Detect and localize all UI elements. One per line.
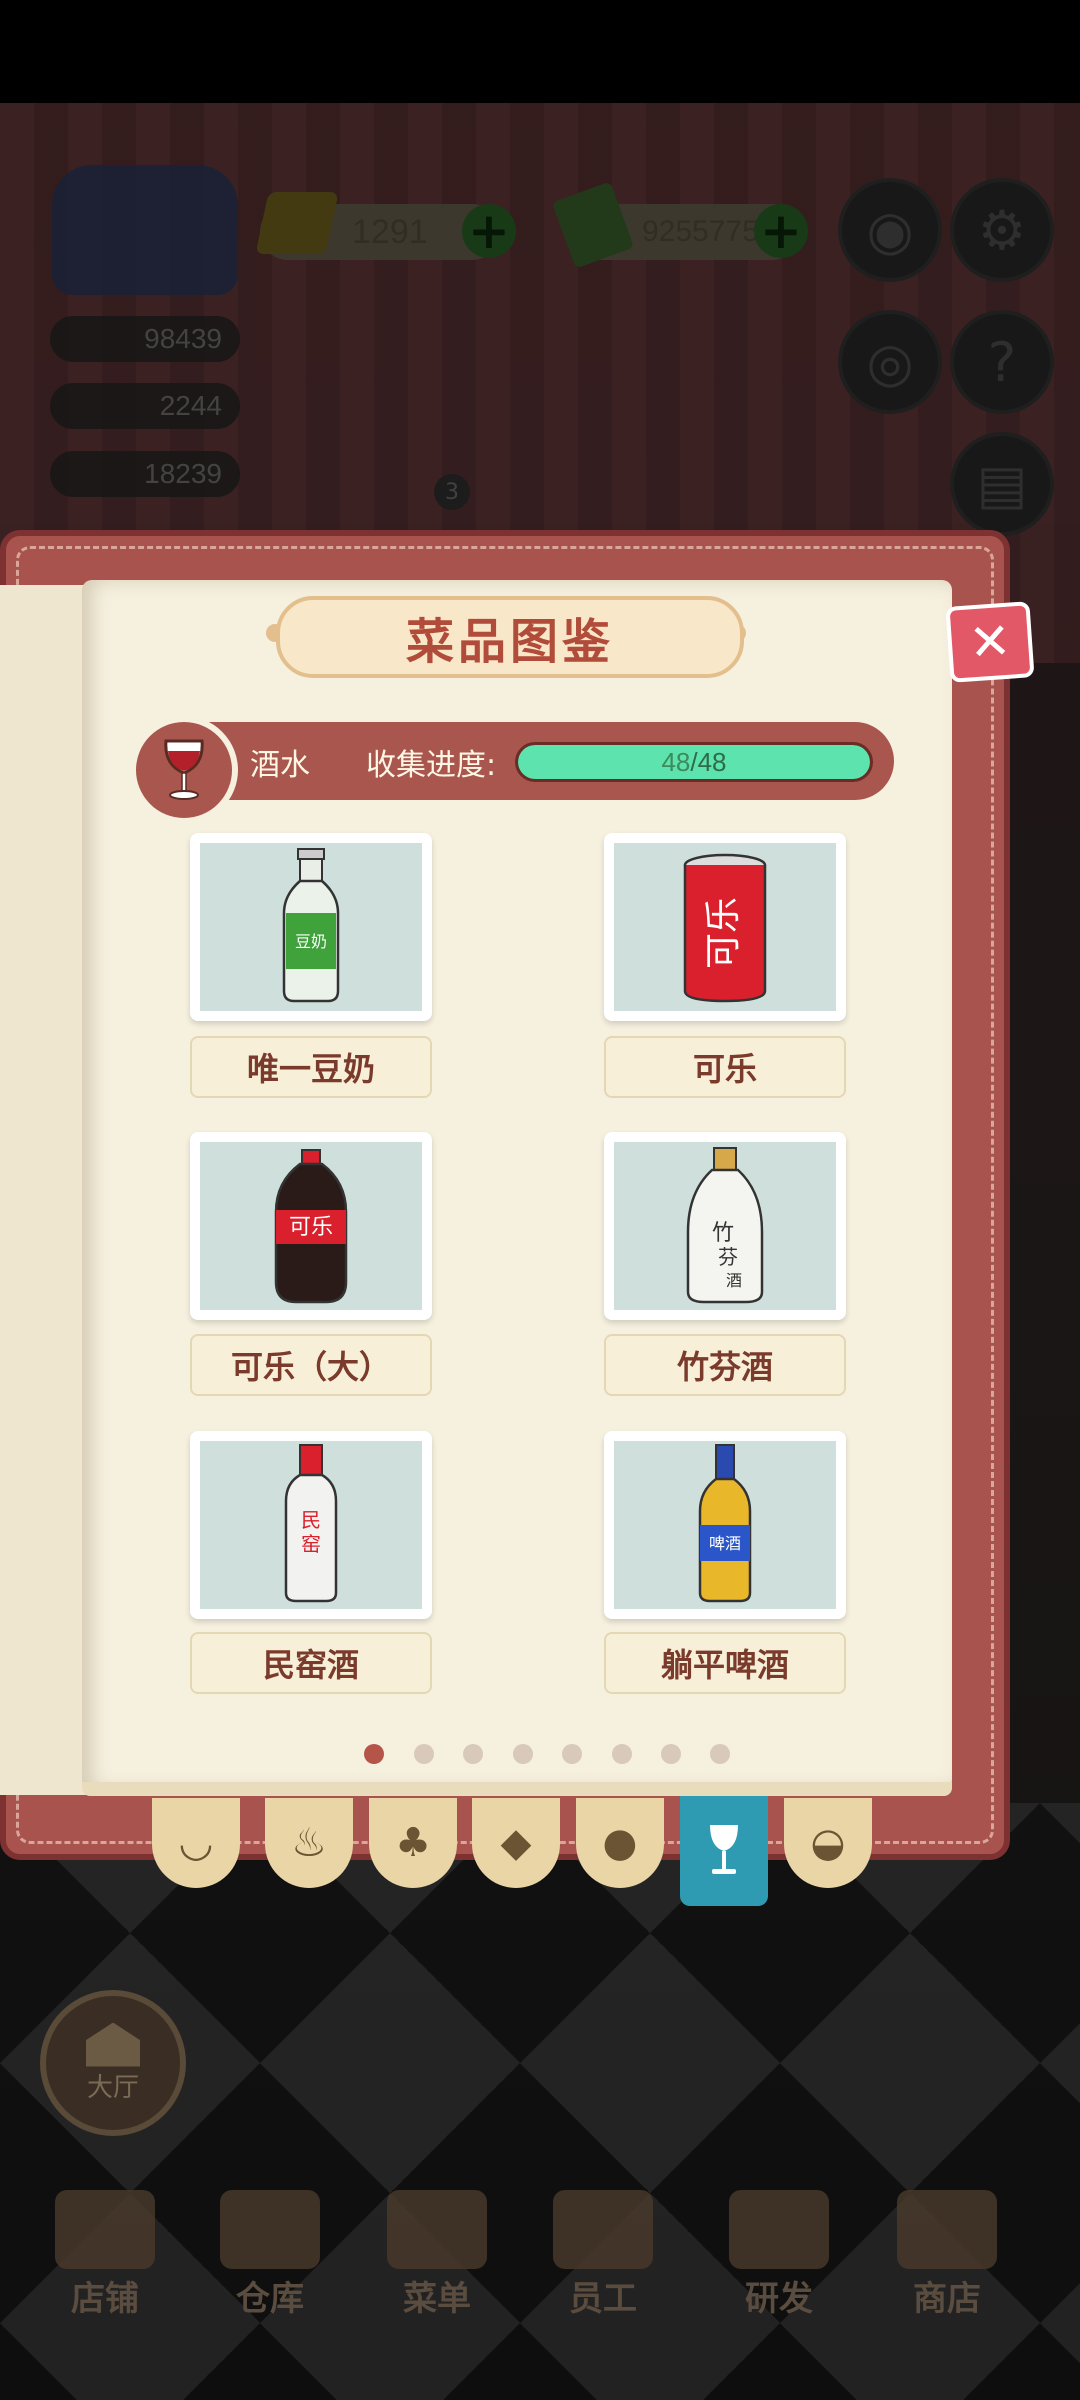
soy-milk-bottle-icon: 豆奶: [282, 848, 340, 1003]
store-icon: [897, 2190, 997, 2269]
book-left-page: [0, 585, 94, 1795]
book-page-edge: [82, 1782, 952, 1796]
tab-staple[interactable]: ●: [576, 1798, 664, 1888]
clipboard-icon: [387, 2190, 487, 2269]
item-card-soy-milk[interactable]: 豆奶: [190, 833, 432, 1021]
item-name-bamboo-liquor: 竹芬酒: [604, 1334, 846, 1396]
page-dot-3[interactable]: [463, 1744, 483, 1764]
bamboo-liquor-bottle-icon: 竹 芬 酒: [686, 1147, 764, 1304]
nav-shop-front[interactable]: 店铺: [30, 2190, 180, 2320]
drumstick-icon: ♨: [291, 1820, 327, 1866]
soup-bowl-icon: ◒: [810, 1820, 846, 1866]
page-dot-2[interactable]: [414, 1744, 434, 1764]
category-label: 酒水: [250, 748, 310, 783]
tab-soup[interactable]: ◒: [784, 1798, 872, 1888]
collect-progress-label: 收集进度:: [366, 748, 497, 783]
wine-glass-icon: [710, 1825, 738, 1874]
nav-menu[interactable]: 菜单: [362, 2190, 512, 2320]
catalog-title-plate: 菜品图鉴: [276, 596, 744, 678]
tab-vegetable[interactable]: ♣: [369, 1798, 457, 1888]
bread-icon: ●: [602, 1820, 638, 1866]
item-name-cola-large: 可乐（大）: [190, 1334, 432, 1396]
wok-icon: ◡: [178, 1820, 214, 1866]
progress-current: 48: [661, 746, 691, 777]
svg-text:窑: 窑: [301, 1532, 321, 1556]
beer-bottle-icon: 啤酒: [698, 1444, 752, 1603]
item-card-minyao-liquor[interactable]: 民 窑: [190, 1431, 432, 1619]
nav-staff[interactable]: 员工: [528, 2190, 678, 2320]
fish-icon: ◆: [500, 1820, 532, 1866]
svg-text:豆奶: 豆奶: [295, 932, 327, 951]
tab-stir-fry[interactable]: ◡: [152, 1798, 240, 1888]
svg-text:酒: 酒: [726, 1271, 742, 1290]
collect-progress-bar: 48/48: [515, 742, 873, 782]
svg-text:竹: 竹: [712, 1221, 734, 1246]
nav-warehouse[interactable]: 仓库: [195, 2190, 345, 2320]
item-card-bamboo-liquor[interactable]: 竹 芬 酒: [604, 1132, 846, 1320]
item-card-cola-large[interactable]: 可乐: [190, 1132, 432, 1320]
tab-drinks[interactable]: [680, 1796, 768, 1906]
chef-icon: [553, 2190, 653, 2269]
progress-text: 48/48: [518, 745, 870, 779]
page-dot-7[interactable]: [661, 1744, 681, 1764]
page-dot-6[interactable]: [612, 1744, 632, 1764]
cooking-pot-icon: [729, 2190, 829, 2269]
tab-meat[interactable]: ♨: [265, 1798, 353, 1888]
svg-text:啤酒: 啤酒: [709, 1534, 741, 1553]
progress-total: /48: [690, 746, 727, 777]
category-icon: [130, 716, 238, 824]
item-card-beer[interactable]: 啤酒: [604, 1431, 846, 1619]
hall-button[interactable]: 大厅: [40, 1990, 186, 2136]
tab-seafood[interactable]: ◆: [472, 1798, 560, 1888]
crate-icon: [220, 2190, 320, 2269]
nav-research[interactable]: 研发: [704, 2190, 854, 2320]
catalog-title: 菜品图鉴: [405, 614, 614, 670]
item-name-soy-milk: 唯一豆奶: [190, 1036, 432, 1098]
item-name-minyao-liquor: 民窑酒: [190, 1632, 432, 1694]
broccoli-icon: ♣: [395, 1820, 431, 1866]
page-dot-5[interactable]: [562, 1744, 582, 1764]
close-button[interactable]: ✕: [945, 601, 1035, 683]
nav-store[interactable]: 商店: [872, 2190, 1022, 2320]
cola-bottle-large-icon: 可乐: [274, 1149, 348, 1304]
item-name-cola: 可乐: [604, 1036, 846, 1098]
svg-text:可乐: 可乐: [289, 1215, 333, 1240]
wine-glass-icon: [164, 739, 204, 800]
svg-text:民: 民: [301, 1508, 321, 1532]
svg-text:芬: 芬: [718, 1245, 738, 1269]
item-name-beer: 躺平啤酒: [604, 1632, 846, 1694]
hall-label: 大厅: [86, 2072, 139, 2103]
cola-can-icon: 可乐: [683, 853, 767, 1003]
page-dot-1[interactable]: [364, 1744, 384, 1764]
close-icon: ✕: [967, 611, 1013, 673]
page-dot-8[interactable]: [710, 1744, 730, 1764]
page-dot-4[interactable]: [513, 1744, 533, 1764]
svg-text:可乐: 可乐: [703, 897, 744, 969]
item-card-cola[interactable]: 可乐: [604, 833, 846, 1021]
storefront-icon: [55, 2190, 155, 2269]
house-icon: [86, 2022, 140, 2067]
minyao-liquor-bottle-icon: 民 窑: [284, 1444, 338, 1603]
